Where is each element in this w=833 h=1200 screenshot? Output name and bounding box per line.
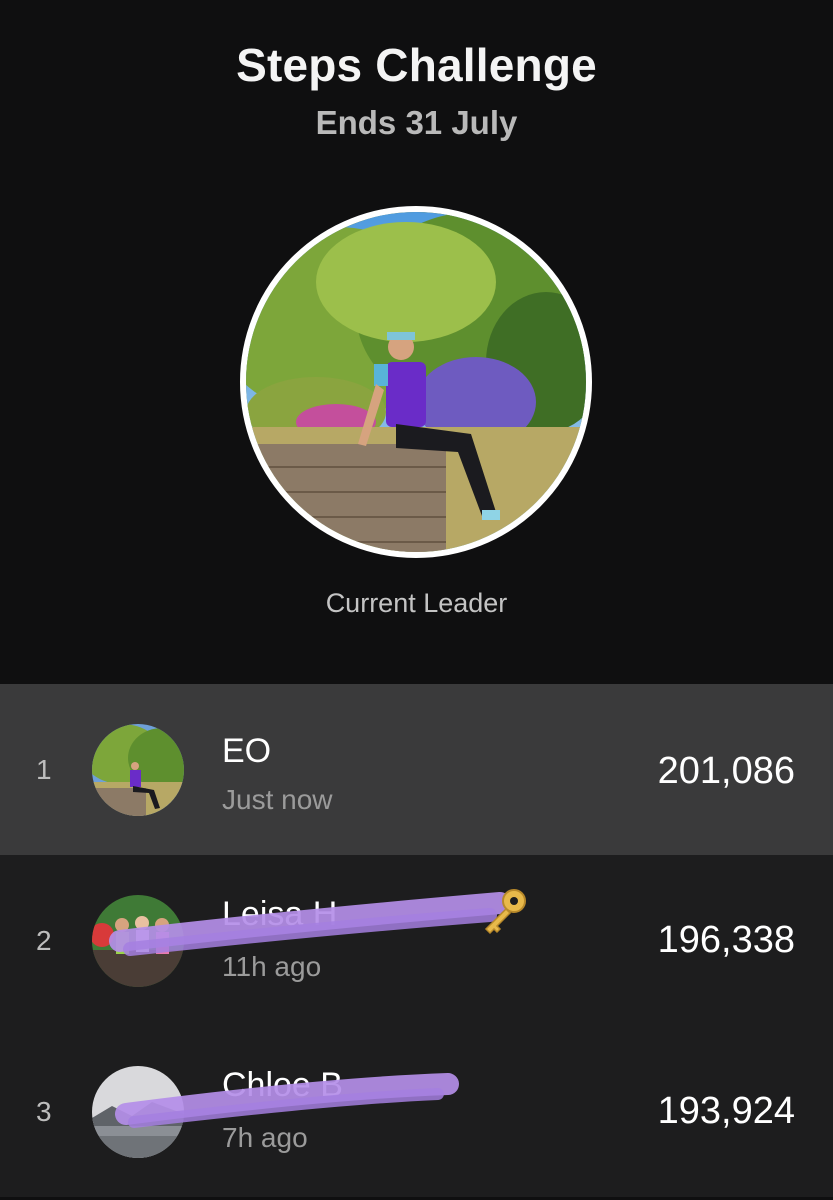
participant-name: Chloe B xyxy=(222,1066,343,1104)
avatar-illustration xyxy=(92,1066,184,1158)
rank-number: 2 xyxy=(36,924,52,956)
rank-number: 1 xyxy=(36,753,52,785)
current-leader-photo[interactable] xyxy=(240,206,592,558)
avatar-illustration xyxy=(92,724,184,816)
avatar[interactable] xyxy=(92,1066,184,1158)
leaderboard-row[interactable]: 2 Leisa H 11h ago 196,338 xyxy=(0,855,833,1026)
last-updated: 11h ago xyxy=(222,951,322,982)
key-icon xyxy=(484,889,526,935)
challenge-header: Steps Challenge Ends 31 July Current Lea… xyxy=(0,0,833,684)
leader-photo-illustration xyxy=(246,212,586,552)
avatar[interactable] xyxy=(92,895,184,987)
step-count: 193,924 xyxy=(657,1090,795,1132)
last-updated: 7h ago xyxy=(222,1122,308,1153)
current-leader-caption: Current Leader xyxy=(325,588,508,618)
leaderboard-row[interactable]: 3 Chloe B 7h ago 193,924 xyxy=(0,1026,833,1197)
step-count: 196,338 xyxy=(657,919,795,961)
avatar-illustration xyxy=(92,895,184,987)
leaderboard-row[interactable]: 1 EO Just now 201,086 xyxy=(0,684,833,855)
challenge-end-date: Ends 31 July xyxy=(315,104,518,141)
page-title: Steps Challenge xyxy=(236,39,597,91)
leaderboard-list: 1 EO Just now 201,086 2 Leisa H 11h ago … xyxy=(0,684,833,1197)
last-updated: Just now xyxy=(222,784,333,815)
participant-name: EO xyxy=(222,732,272,770)
avatar[interactable] xyxy=(92,724,184,816)
rank-number: 3 xyxy=(36,1095,52,1127)
participant-name: Leisa H xyxy=(222,895,338,933)
step-count: 201,086 xyxy=(657,750,795,792)
